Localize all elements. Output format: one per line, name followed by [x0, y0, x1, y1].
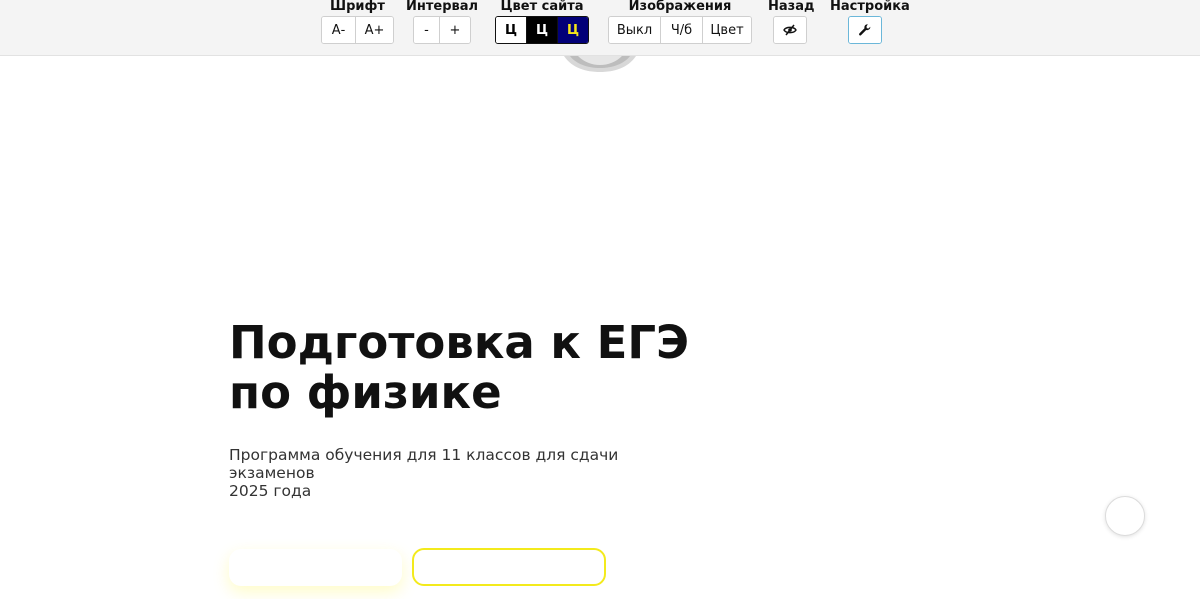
color-scheme-white-button[interactable]: Ц — [496, 17, 527, 43]
page-subtitle-line-2: 2025 года — [229, 482, 312, 500]
site-color-title: Цвет сайта — [500, 0, 584, 14]
images-group: Изображения Выкл Ч/б Цвет — [608, 0, 752, 44]
interval-decrease-button[interactable]: - — [414, 17, 440, 43]
interval-buttons: - + — [413, 16, 471, 44]
back-group: Назад — [768, 0, 814, 44]
images-buttons: Выкл Ч/б Цвет — [608, 16, 752, 44]
page-subtitle: Программа обучения для 11 классов для сд… — [229, 446, 699, 500]
images-off-button[interactable]: Выкл — [609, 17, 661, 43]
interval-title: Интервал — [406, 0, 479, 14]
back-button[interactable] — [773, 16, 807, 44]
interval-group: Интервал - + — [406, 0, 478, 44]
page-subtitle-line-1: Программа обучения для 11 классов для сд… — [229, 446, 619, 482]
primary-cta-button[interactable] — [229, 549, 402, 586]
secondary-cta-button[interactable] — [412, 548, 606, 586]
font-size-group: Шрифт А- А+ — [321, 0, 394, 44]
page-title-line-2: по физике — [229, 366, 502, 419]
page-title-line-1: Подготовка к ЕГЭ — [229, 316, 690, 369]
font-decrease-button[interactable]: А- — [322, 17, 356, 43]
site-color-group: Цвет сайта Ц Ц Ц — [495, 0, 589, 44]
images-title: Изображения — [628, 0, 732, 14]
font-size-title: Шрифт — [330, 0, 385, 14]
floating-action-button[interactable] — [1105, 496, 1145, 536]
font-increase-button[interactable]: А+ — [356, 17, 393, 43]
color-scheme-black-button[interactable]: Ц — [527, 17, 558, 43]
settings-group: Настройка — [830, 0, 910, 44]
images-color-button[interactable]: Цвет — [703, 17, 751, 43]
page-title: Подготовка к ЕГЭ по физике — [229, 318, 789, 418]
site-color-buttons: Ц Ц Ц — [495, 16, 589, 44]
images-bw-button[interactable]: Ч/б — [661, 17, 703, 43]
back-title: Назад — [768, 0, 815, 14]
color-scheme-blue-button[interactable]: Ц — [558, 17, 588, 43]
interval-increase-button[interactable]: + — [440, 17, 470, 43]
wrench-icon — [849, 17, 881, 43]
accessibility-toolbar: Шрифт А- А+ Интервал - + Цвет сайта Ц Ц … — [0, 0, 1200, 56]
settings-title: Настройка — [830, 0, 910, 14]
settings-button[interactable] — [848, 16, 882, 44]
font-size-buttons: А- А+ — [321, 16, 394, 44]
school-emblem — [562, 56, 638, 72]
eye-slash-icon — [774, 17, 806, 43]
